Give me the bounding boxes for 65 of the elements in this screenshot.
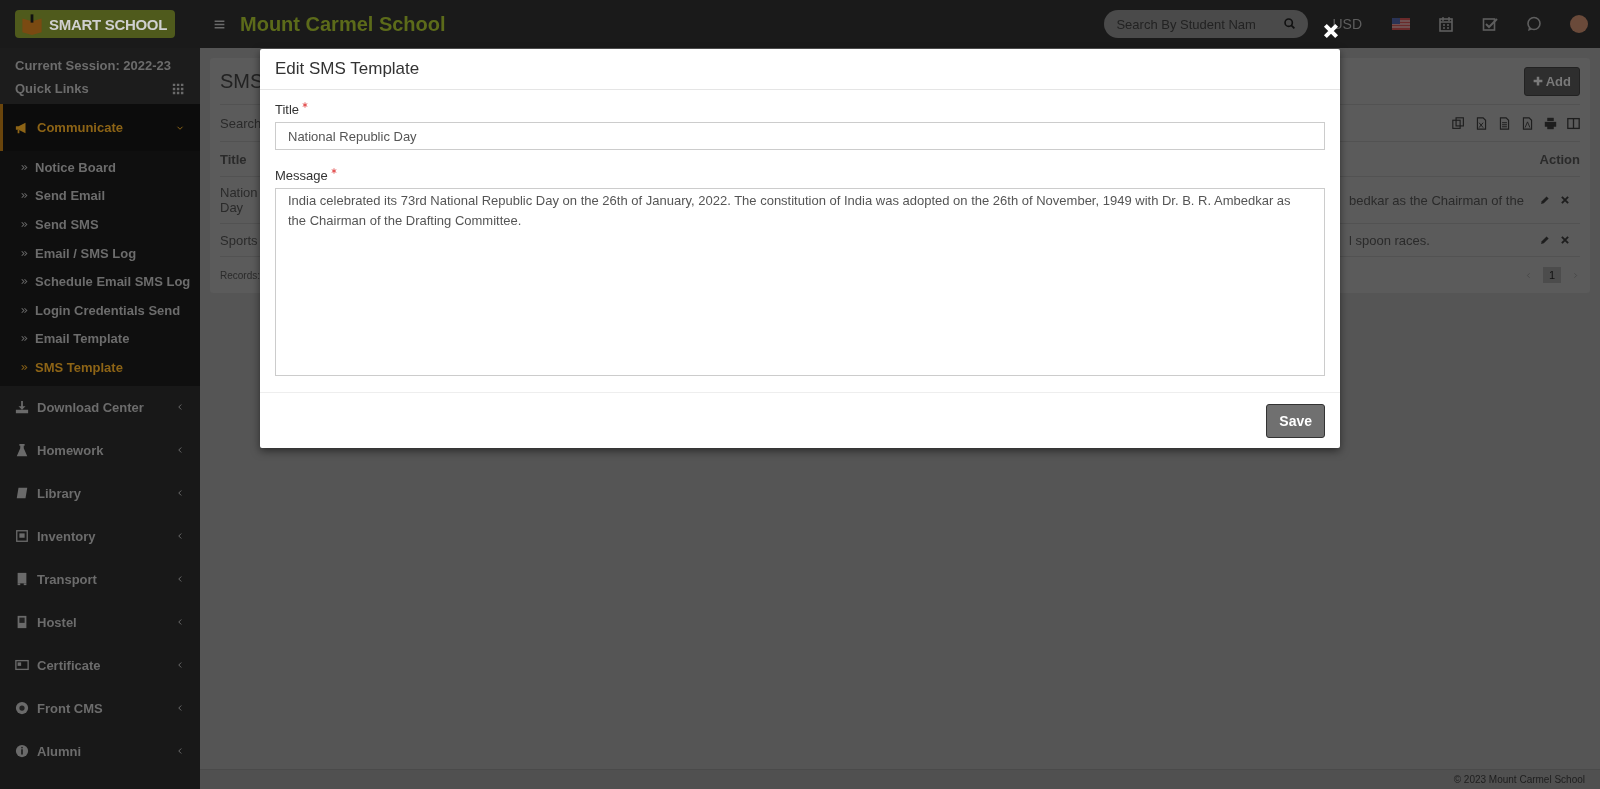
field-label: Title: [275, 102, 300, 117]
search-icon: [1283, 17, 1297, 30]
double-chevron-icon: [20, 162, 29, 172]
sidebar-item[interactable]: Certificate: [0, 643, 200, 687]
flask-icon: [15, 443, 29, 458]
book-icon: [15, 486, 29, 501]
add-button[interactable]: Add: [1523, 66, 1580, 96]
excel-icon: [1475, 116, 1488, 130]
school-name: Mount Carmel School: [240, 12, 446, 36]
field-label: Message: [275, 168, 328, 183]
avatar-icon[interactable]: [1570, 15, 1588, 33]
submenu-item[interactable]: Send SMS: [0, 210, 200, 239]
double-chevron-icon: [20, 248, 29, 258]
submenu-item[interactable]: Schedule Email SMS Log: [0, 267, 200, 296]
submenu-item[interactable]: Email / SMS Log: [0, 238, 200, 268]
save-button[interactable]: Save: [1266, 404, 1325, 438]
copy-icon: [1452, 116, 1465, 130]
logo[interactable]: SMART SCHOOL: [15, 10, 175, 38]
close-icon: [1560, 235, 1570, 245]
double-chevron-icon: [20, 305, 29, 315]
flag-icon: [1392, 16, 1410, 32]
pdf-icon: [1521, 116, 1534, 130]
currency-selector[interactable]: USD: [1332, 16, 1362, 32]
document-icon: [1498, 116, 1511, 130]
columns-icon: [1567, 116, 1580, 130]
menu-icon: [213, 17, 226, 31]
sidebar-item[interactable]: Inventory: [0, 514, 200, 558]
sidebar-item[interactable]: Transport: [0, 557, 200, 601]
double-chevron-icon: [20, 362, 29, 372]
print-icon: [1544, 116, 1557, 130]
dialog-title: Edit SMS Template: [275, 59, 420, 78]
inventory-icon: [15, 529, 29, 544]
submenu-item[interactable]: Login Credentials Send: [0, 295, 200, 325]
double-chevron-icon: [20, 277, 29, 287]
sidebar-item[interactable]: Front CMS: [0, 686, 200, 730]
quick-links-link[interactable]: Quick Links: [15, 81, 89, 96]
calendar-icon: [1438, 16, 1454, 32]
megaphone-icon: [15, 120, 29, 135]
building-icon: [15, 615, 29, 630]
submenu-item[interactable]: SMS Template: [0, 353, 200, 382]
checkbox-icon: [1482, 16, 1498, 32]
grid-icon: [172, 82, 185, 95]
session-label: Current Session: 2022-23: [15, 58, 173, 73]
title-field[interactable]: National Republic Day: [275, 122, 1325, 150]
submenu-item[interactable]: Notice Board: [0, 153, 200, 182]
message-field[interactable]: India celebrated its 73rd National Republic Day on the 26th of January, 2022. The constitution of India was adopted on the 26th of November, 1949 with Dr. B. R. Ambedkar as the Chairman of the Drafting Committee.: [275, 188, 1325, 376]
plus-icon: [1532, 76, 1543, 86]
double-chevron-icon: [20, 191, 29, 201]
double-chevron-icon: [20, 334, 29, 344]
chat-icon: [1526, 16, 1542, 32]
double-chevron-icon: [20, 220, 29, 229]
close-icon: [1560, 195, 1570, 205]
sidebar-item[interactable]: Communicate: [0, 104, 200, 151]
sidebar-item[interactable]: Download Center: [0, 385, 200, 429]
sidebar-item[interactable]: Hostel: [0, 600, 200, 644]
pencil-icon: [1539, 234, 1550, 246]
download-icon: [15, 400, 29, 415]
submenu-item[interactable]: Email Template: [0, 324, 200, 354]
sidebar-item[interactable]: Library: [0, 471, 200, 515]
submenu-item[interactable]: Send Email: [0, 181, 200, 211]
pencil-icon: [1539, 194, 1550, 206]
certificate-icon: [15, 658, 29, 673]
sidebar-item[interactable]: Homework: [0, 428, 200, 472]
sidebar-item[interactable]: Alumni: [0, 729, 200, 773]
book-logo-icon: [19, 13, 45, 35]
